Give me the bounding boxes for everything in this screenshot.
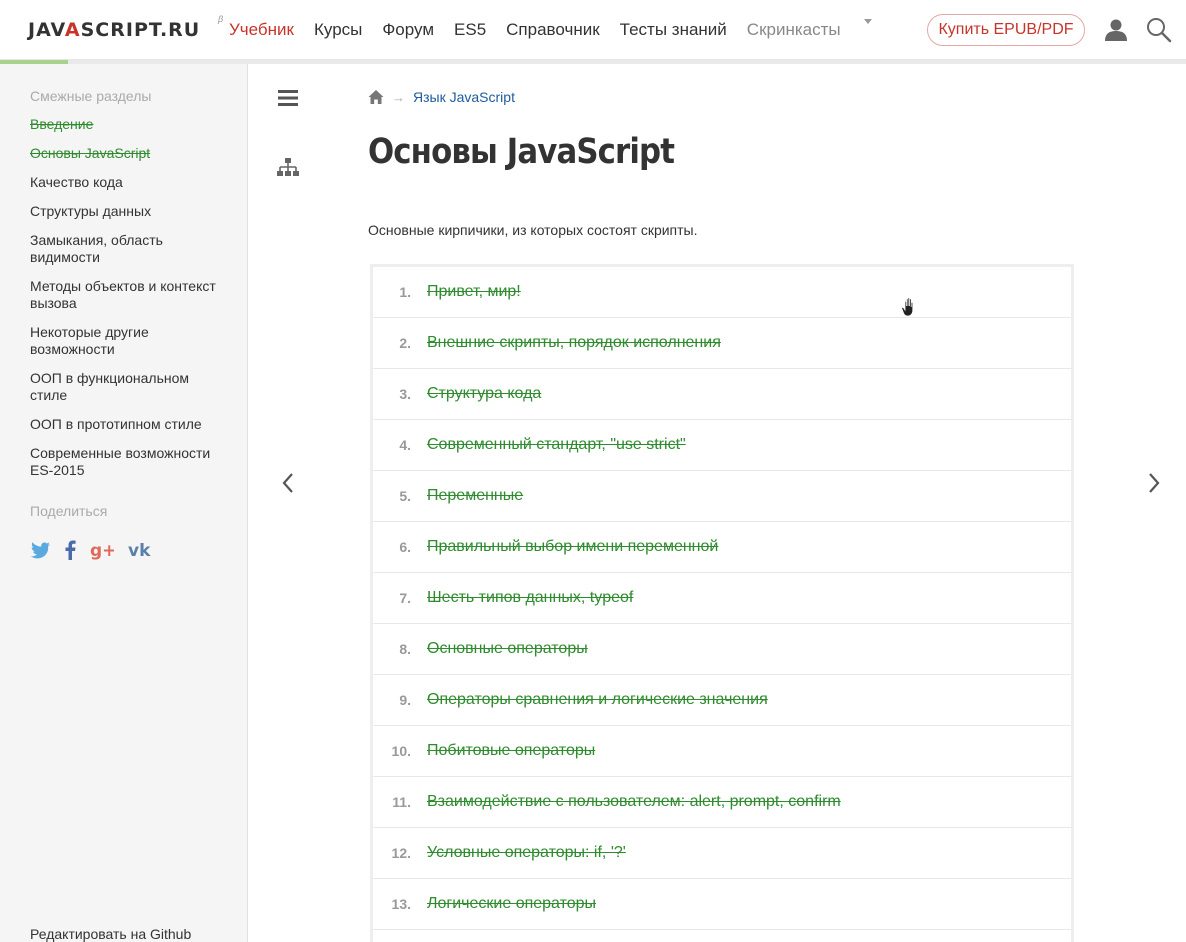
sidebar-item[interactable]: Методы объектов и контекст вызова (30, 278, 230, 312)
lesson-row[interactable]: 6. Правильный выбор имени переменной (373, 522, 1071, 573)
page-title: Основы JavaScript (368, 132, 675, 172)
sidebar-item[interactable]: Структуры данных (30, 203, 230, 220)
main-nav: Учебник Курсы Форум ES5 Справочник Тесты знан… (229, 19, 872, 41)
prev-lesson-arrow-icon[interactable] (280, 470, 296, 496)
lesson-link[interactable]: Условные операторы: if, '?' (427, 844, 626, 862)
sidebar-item[interactable]: Введение (30, 116, 230, 133)
dropdown-caret-icon[interactable] (863, 19, 872, 24)
lesson-row[interactable]: 9. Операторы сравнения и логические значе… (373, 675, 1071, 726)
top-navigation-bar: JAVASCRIPT.RU β Учебник Курсы Форум ES5 Спра… (0, 0, 1186, 60)
lesson-number: 6. (399, 539, 411, 555)
sidebar-item[interactable]: ООП в прототипном стиле (30, 416, 230, 433)
site-logo[interactable]: JAVASCRIPT.RU β (28, 14, 223, 44)
lesson-link[interactable]: Побитовые операторы (427, 742, 595, 760)
search-icon[interactable] (1146, 17, 1172, 43)
lesson-row[interactable]: 12. Условные операторы: if, '?' (373, 828, 1071, 879)
lesson-number: 7. (399, 590, 411, 606)
lesson-link[interactable]: Внешние скрипты, порядок исполнения (427, 334, 721, 352)
lesson-row[interactable]: 7. Шесть типов данных, typeof (373, 573, 1071, 624)
lesson-number: 12. (391, 845, 411, 861)
vk-icon[interactable]: vk (128, 541, 156, 563)
svg-text:vk: vk (128, 542, 151, 558)
home-icon[interactable] (368, 89, 384, 105)
lesson-link[interactable]: Современный стандарт, "use strict" (427, 436, 686, 454)
lesson-row[interactable]: 5. Переменные (373, 471, 1071, 522)
share-heading: Поделиться (30, 503, 108, 519)
buy-epub-pdf-button[interactable]: Купить EPUB/PDF (927, 14, 1085, 46)
lesson-number: 9. (399, 692, 411, 708)
lesson-link[interactable]: Логические операторы (427, 895, 596, 913)
menu-icon[interactable] (278, 89, 298, 107)
nav-item-3[interactable]: ES5 (454, 19, 486, 41)
nav-item-2[interactable]: Форум (382, 19, 434, 41)
sidebar-item[interactable]: Качество кода (30, 174, 230, 191)
lesson-number: 4. (399, 437, 411, 453)
nav-item-4[interactable]: Справочник (506, 19, 600, 41)
sidebar-heading: Смежные разделы (30, 88, 152, 104)
grab-cursor-icon (901, 297, 914, 317)
lesson-link[interactable]: Переменные (427, 487, 523, 505)
lead-paragraph: Основные кирпичики, из которых состоят с… (368, 222, 698, 238)
svg-text:g+: g+ (90, 541, 114, 560)
nav-item-1[interactable]: Курсы (314, 19, 362, 41)
lesson-row[interactable]: 8. Основные операторы (373, 624, 1071, 675)
lesson-number: 5. (399, 488, 411, 504)
lesson-number: 1. (399, 284, 411, 300)
twitter-icon[interactable] (30, 541, 50, 564)
lesson-row[interactable]: 3. Структура кода (373, 369, 1071, 420)
lesson-row[interactable]: 1. Привет, мир! (373, 267, 1071, 318)
breadcrumb: → Язык JavaScript (368, 89, 515, 105)
lesson-row[interactable]: 4. Современный стандарт, "use strict" (373, 420, 1071, 471)
lesson-row[interactable]: 11. Взаимодействие с пользователем: alert… (373, 777, 1071, 828)
google-plus-icon[interactable]: g+ (90, 540, 116, 565)
sidebar-item[interactable]: Замыкания, область видимости (30, 232, 230, 266)
share-icons: g+ vk (30, 540, 170, 565)
nav-item-5[interactable]: Тесты знаний (620, 19, 727, 41)
lesson-link[interactable]: Взаимодействие с пользователем: alert, p… (427, 793, 841, 811)
lesson-number: 13. (391, 896, 411, 912)
lesson-number: 10. (391, 743, 411, 759)
lesson-link[interactable]: Операторы сравнения и логические значени… (427, 691, 768, 709)
lessons-list: 1. Привет, мир! 2. Внешние скрипты, порядок… (370, 264, 1074, 942)
user-icon[interactable] (1104, 19, 1128, 41)
sidebar-item[interactable]: Современные возможности ES-2015 (30, 445, 230, 479)
nav-item-0[interactable]: Учебник (229, 19, 294, 41)
facebook-icon[interactable] (64, 540, 76, 565)
lesson-link[interactable]: Привет, мир! (427, 283, 521, 301)
lesson-link[interactable]: Структура кода (427, 385, 541, 403)
breadcrumb-link[interactable]: Язык JavaScript (413, 89, 515, 105)
lesson-number: 8. (399, 641, 411, 657)
beta-badge: β (218, 14, 224, 24)
sitemap-icon[interactable] (277, 157, 299, 179)
lesson-link[interactable]: Правильный выбор имени переменной (427, 538, 718, 556)
sidebar-item[interactable]: Некоторые другие возможности (30, 324, 230, 358)
lesson-link[interactable]: Шесть типов данных, typeof (427, 589, 633, 607)
lesson-row[interactable]: 10. Побитовые операторы (373, 726, 1071, 777)
edit-on-github-link[interactable]: Редактировать на Github (30, 926, 191, 942)
lesson-link[interactable]: Основные операторы (427, 640, 588, 658)
lesson-number: 2. (399, 335, 411, 351)
sidebar: Смежные разделы Введение Основы JavaScrip… (0, 64, 248, 942)
lesson-number: 3. (399, 386, 411, 402)
lesson-number: 11. (392, 794, 411, 810)
lesson-row[interactable] (373, 930, 1071, 942)
next-lesson-arrow-icon[interactable] (1146, 470, 1162, 496)
lesson-row[interactable]: 13. Логические операторы (373, 879, 1071, 930)
nav-item-6[interactable]: Скринкасты (747, 19, 841, 41)
sidebar-item[interactable]: ООП в функциональном стиле (30, 370, 230, 404)
lesson-row[interactable]: 2. Внешние скрипты, порядок исполнения (373, 318, 1071, 369)
breadcrumb-separator: → (392, 89, 405, 105)
sidebar-item[interactable]: Основы JavaScript (30, 145, 230, 162)
related-sections-list: Введение Основы JavaScript Качество кода Ст… (30, 116, 230, 491)
